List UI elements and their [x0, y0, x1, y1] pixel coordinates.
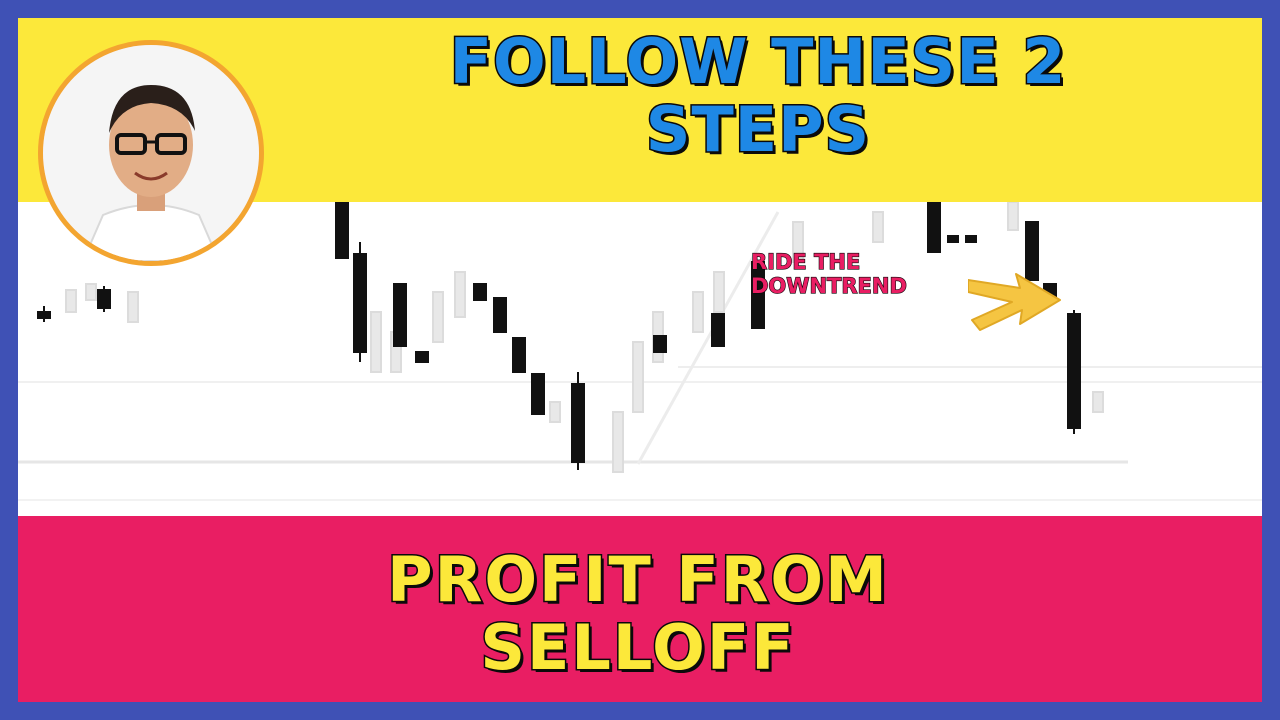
annotation-line-1: RIDE THE [750, 249, 861, 274]
faded-candle [1092, 391, 1104, 413]
headline-line-2: STEPS [644, 93, 871, 166]
bearish-candle [415, 351, 429, 363]
subhead-line-2: SELLOFF [479, 611, 796, 684]
chart-annotation: RIDE THE DOWNTREND [750, 249, 907, 298]
faded-candle [370, 311, 382, 373]
faded-candle [127, 291, 139, 323]
presenter-avatar [38, 40, 264, 266]
annotation-line-2: DOWNTREND [750, 273, 907, 298]
bearish-candle [531, 373, 545, 415]
bearish-candle [473, 283, 487, 301]
headline-line-1: FOLLOW THESE 2 [448, 25, 1067, 98]
bearish-candle [711, 313, 725, 347]
bearish-candle [493, 297, 507, 333]
faded-candle [432, 291, 444, 343]
presenter-portrait-icon [43, 45, 259, 261]
subhead-line-1: PROFIT FROM [386, 543, 889, 616]
faded-candle [872, 211, 884, 243]
bearish-candle [947, 235, 959, 243]
faded-candle [1007, 202, 1019, 231]
faded-candle [549, 401, 561, 423]
bearish-candle [335, 202, 349, 259]
faded-candle [632, 341, 644, 413]
thumbnail-headline: FOLLOW THESE 2 STEPS [318, 25, 1198, 166]
bearish-candle [512, 337, 526, 373]
arrow-pointing-right-down-icon [968, 273, 1061, 331]
thumbnail-frame: FOLLOW THESE 2 STEPS RIDE THE DOWNTREND … [0, 0, 1280, 720]
bearish-candle [97, 289, 111, 309]
bearish-candle [965, 235, 977, 243]
faded-candle [85, 283, 97, 301]
faded-candle [692, 291, 704, 333]
bearish-candle [571, 383, 585, 463]
bearish-candle [1067, 313, 1081, 429]
faded-candle [612, 411, 624, 473]
bearish-candle [37, 311, 51, 319]
bearish-candle [653, 335, 667, 353]
faded-candle [713, 271, 725, 313]
bearish-candle [927, 202, 941, 253]
bearish-candle [353, 253, 367, 353]
faded-candle [454, 271, 466, 318]
thumbnail-canvas: FOLLOW THESE 2 STEPS RIDE THE DOWNTREND … [18, 18, 1262, 702]
faded-candle [65, 289, 77, 313]
thumbnail-subhead: PROFIT FROM SELLOFF [258, 543, 1018, 684]
bearish-candle [393, 283, 407, 347]
